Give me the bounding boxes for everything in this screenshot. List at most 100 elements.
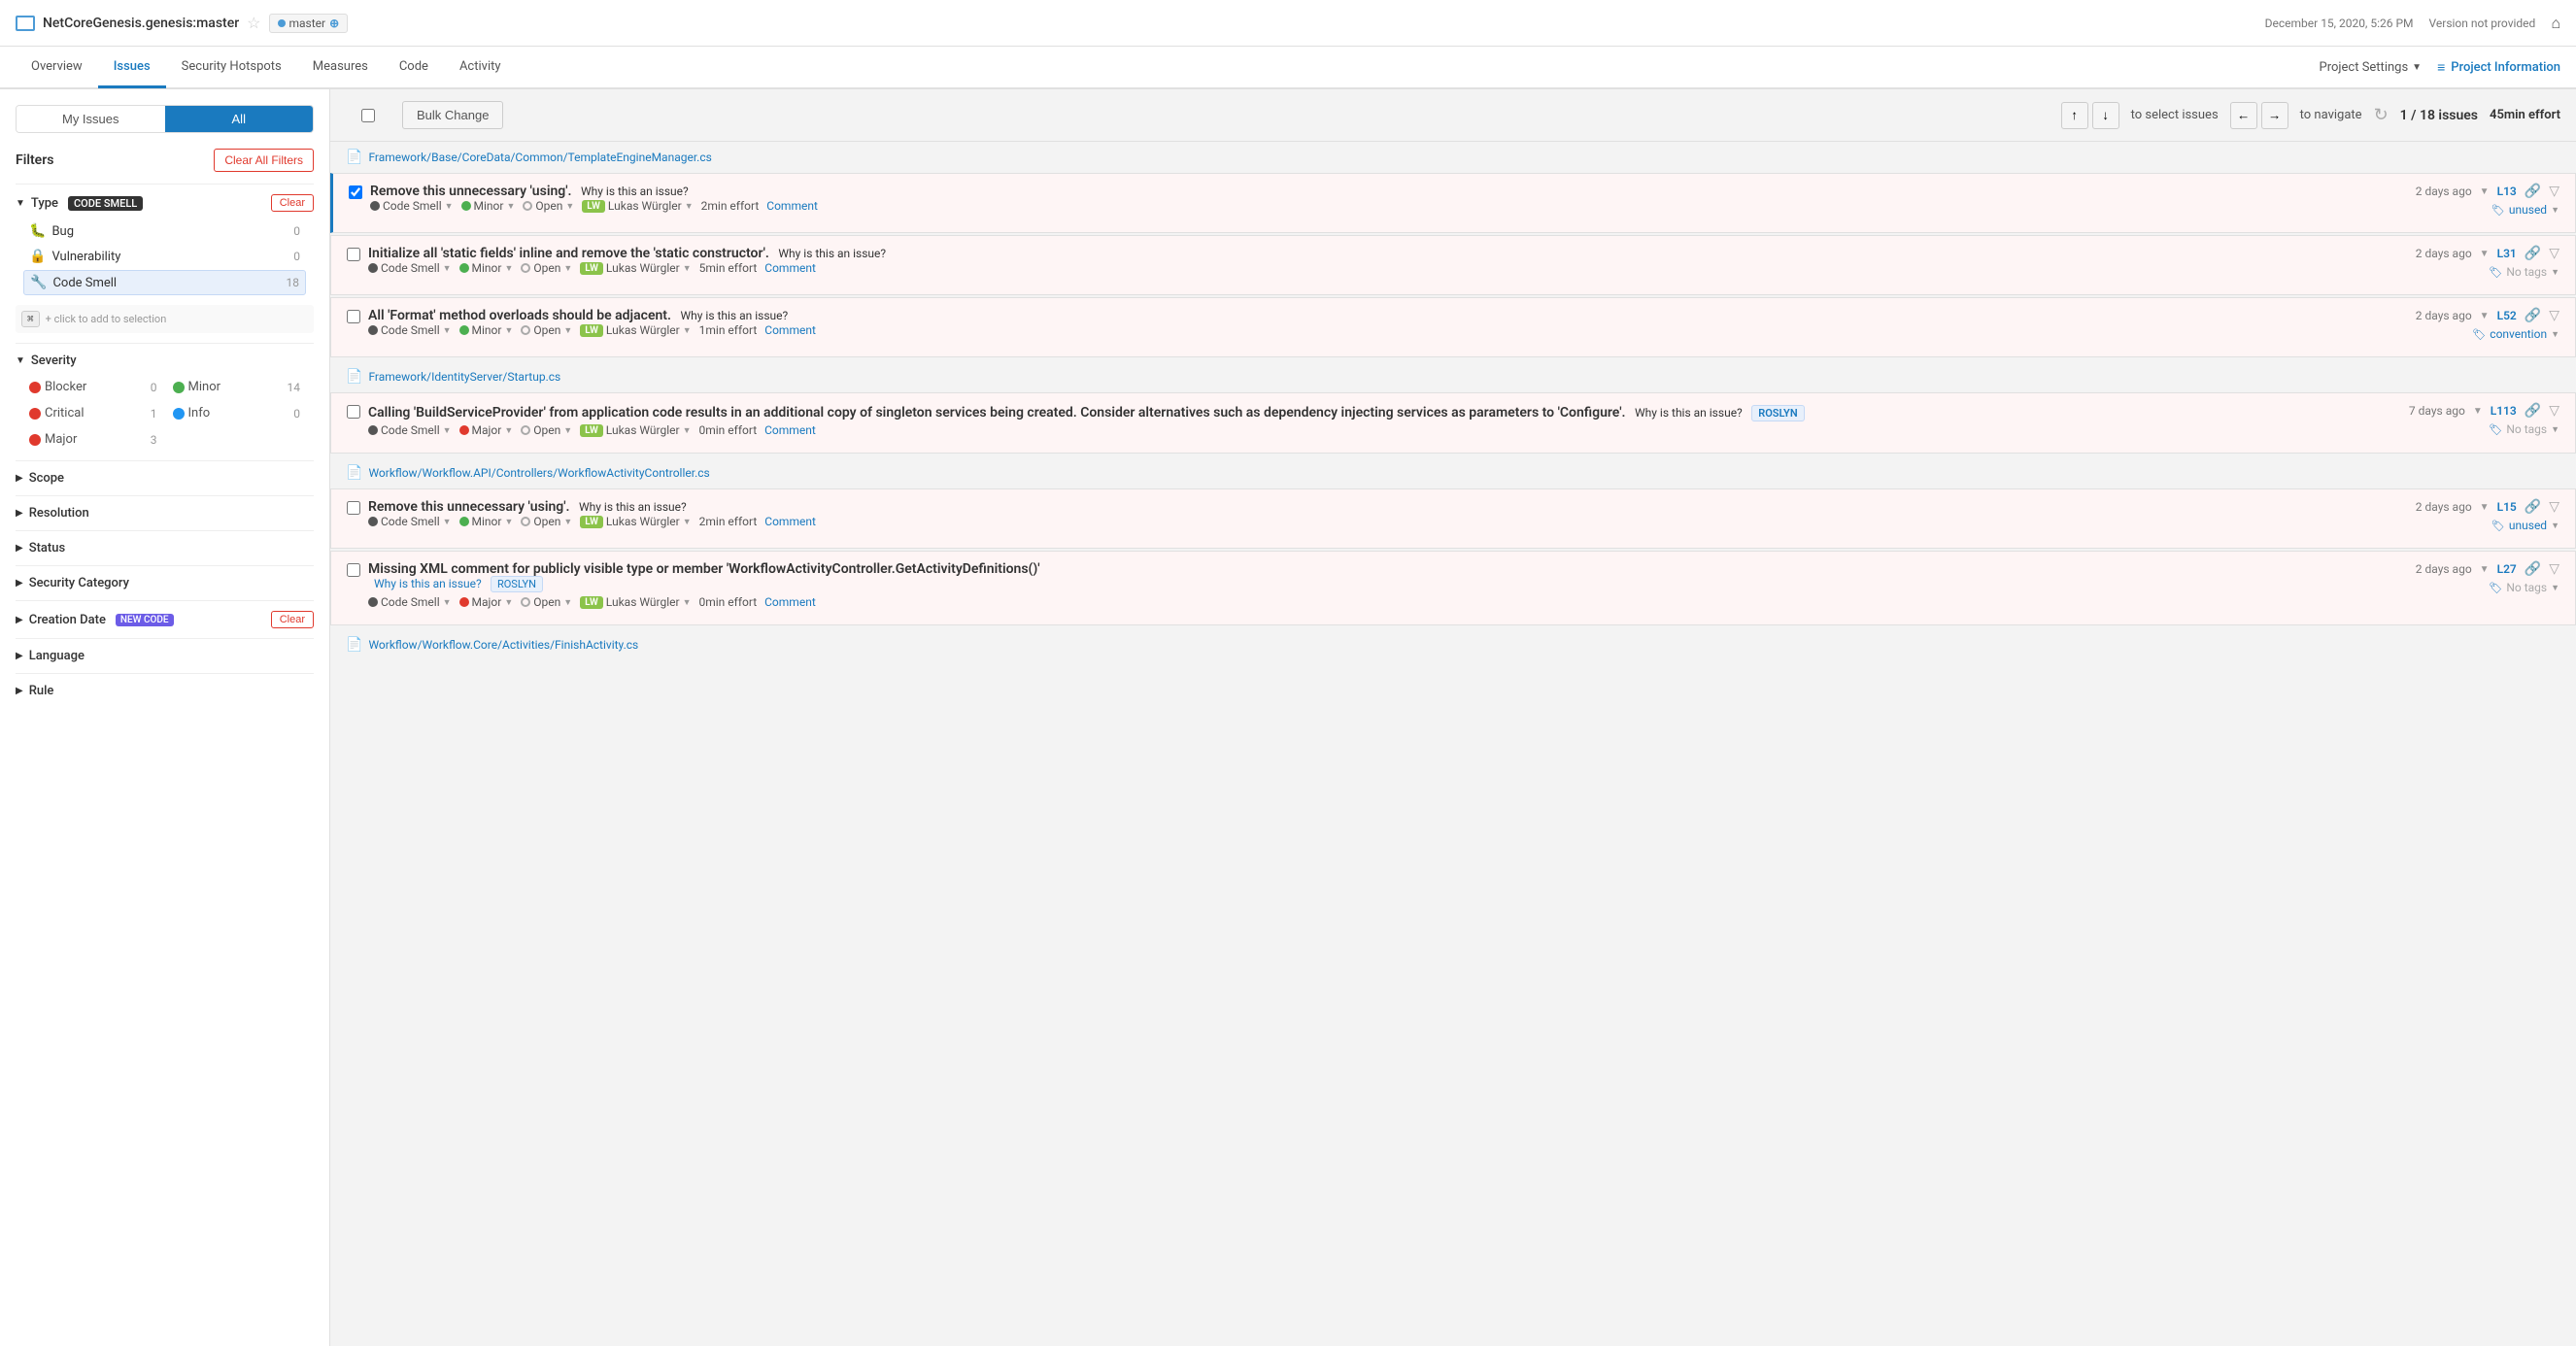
my-issues-button[interactable]: My Issues	[17, 106, 165, 132]
nav-code[interactable]: Code	[384, 48, 444, 88]
project-settings-button[interactable]: Project Settings ▼	[2320, 60, 2423, 75]
status-badge-6[interactable]: Open ▼	[521, 595, 572, 609]
status-badge-2[interactable]: Open ▼	[521, 261, 572, 275]
file-path-2[interactable]: Framework/IdentityServer/Startup.cs	[368, 370, 560, 384]
filter-item-smell[interactable]: 🔧 Code Smell 18	[23, 270, 306, 295]
security-category-filter[interactable]: ▶ Security Category	[16, 565, 314, 600]
clear-type-filter-button[interactable]: Clear	[271, 194, 314, 212]
clear-all-filters-button[interactable]: Clear All Filters	[214, 149, 314, 172]
severity-badge-2[interactable]: Minor ▼	[459, 261, 514, 275]
comment-link-5[interactable]: Comment	[764, 515, 816, 528]
file-path-1[interactable]: Framework/Base/CoreData/Common/TemplateE…	[368, 151, 711, 164]
arrow-down-button[interactable]: ↓	[2092, 102, 2119, 129]
nav-activity[interactable]: Activity	[444, 48, 517, 88]
type-badge-3[interactable]: Code Smell ▼	[368, 323, 452, 337]
type-badge-5[interactable]: Code Smell ▼	[368, 515, 452, 528]
issue-checkbox-6[interactable]	[347, 563, 360, 577]
refresh-icon[interactable]: ↻	[2374, 105, 2389, 125]
filter-icon-4[interactable]: ▽	[2549, 403, 2559, 419]
assignee-badge-1[interactable]: LW Lukas Würgler ▼	[582, 199, 693, 213]
file-path-3[interactable]: Workflow/Workflow.API/Controllers/Workfl…	[368, 466, 709, 480]
assignee-badge-5[interactable]: LW Lukas Würgler ▼	[580, 515, 691, 528]
severity-badge-1[interactable]: Minor ▼	[461, 199, 516, 213]
severity-badge-4[interactable]: Major ▼	[459, 423, 514, 437]
comment-link-1[interactable]: Comment	[766, 199, 818, 213]
filter-icon-6[interactable]: ▽	[2549, 561, 2559, 577]
no-tags-2[interactable]: No tags	[2506, 265, 2547, 279]
type-filter-header[interactable]: ▼ Type CODE SMELL Clear	[16, 194, 314, 212]
scope-filter[interactable]: ▶ Scope	[16, 460, 314, 495]
link-icon-1[interactable]: 🔗	[2525, 184, 2541, 199]
why-link-5[interactable]: Why is this an issue?	[579, 500, 687, 514]
severity-badge-3[interactable]: Minor ▼	[459, 323, 514, 337]
issue-checkbox-4[interactable]	[347, 405, 360, 419]
assignee-badge-4[interactable]: LW Lukas Würgler ▼	[580, 423, 691, 437]
link-icon-3[interactable]: 🔗	[2525, 308, 2541, 323]
bulk-change-button[interactable]: Bulk Change	[402, 101, 503, 129]
severity-badge-5[interactable]: Minor ▼	[459, 515, 514, 528]
nav-overview[interactable]: Overview	[16, 48, 98, 88]
select-all-checkbox[interactable]	[361, 109, 375, 122]
comment-link-3[interactable]: Comment	[764, 323, 816, 337]
all-issues-button[interactable]: All	[165, 106, 314, 132]
nav-issues[interactable]: Issues	[98, 48, 166, 88]
nav-security-hotspots[interactable]: Security Hotspots	[166, 48, 297, 88]
why-link-6[interactable]: Why is this an issue?	[374, 577, 482, 590]
comment-link-4[interactable]: Comment	[764, 423, 816, 437]
status-badge-1[interactable]: Open ▼	[523, 199, 574, 213]
severity-critical[interactable]: Critical 1	[23, 402, 163, 424]
star-icon[interactable]: ☆	[247, 14, 260, 32]
severity-filter-header[interactable]: ▼ Severity	[16, 353, 314, 368]
comment-link-6[interactable]: Comment	[764, 595, 816, 609]
status-badge-3[interactable]: Open ▼	[521, 323, 572, 337]
assignee-badge-6[interactable]: LW Lukas Würgler ▼	[580, 595, 691, 609]
creation-date-filter[interactable]: ▶ Creation Date NEW CODE Clear	[16, 600, 314, 638]
type-badge-2[interactable]: Code Smell ▼	[368, 261, 452, 275]
language-filter[interactable]: ▶ Language	[16, 638, 314, 673]
tag-badge-1[interactable]: unused	[2509, 203, 2547, 217]
status-badge-5[interactable]: Open ▼	[521, 515, 572, 528]
link-icon-6[interactable]: 🔗	[2525, 561, 2541, 577]
assignee-badge-3[interactable]: LW Lukas Würgler ▼	[580, 323, 691, 337]
why-link-2[interactable]: Why is this an issue?	[778, 247, 886, 260]
status-badge-4[interactable]: Open ▼	[521, 423, 572, 437]
severity-badge-6[interactable]: Major ▼	[459, 595, 514, 609]
filter-icon-2[interactable]: ▽	[2549, 246, 2559, 261]
why-link-3[interactable]: Why is this an issue?	[680, 309, 788, 322]
issue-checkbox-3[interactable]	[347, 310, 360, 323]
rule-filter[interactable]: ▶ Rule	[16, 673, 314, 708]
type-badge-1[interactable]: Code Smell ▼	[370, 199, 454, 213]
issue-checkbox-5[interactable]	[347, 501, 360, 515]
filter-item-vuln[interactable]: 🔒 Vulnerability 0	[23, 245, 306, 268]
filter-icon-5[interactable]: ▽	[2549, 499, 2559, 515]
navigate-left-button[interactable]: ←	[2230, 102, 2257, 129]
severity-blocker[interactable]: Blocker 0	[23, 376, 163, 398]
filter-icon-1[interactable]: ▽	[2549, 184, 2559, 199]
severity-minor[interactable]: Minor 14	[167, 376, 307, 398]
clear-creation-date-button[interactable]: Clear	[271, 611, 314, 628]
link-icon-4[interactable]: 🔗	[2525, 403, 2541, 419]
nav-measures[interactable]: Measures	[297, 48, 384, 88]
tag-badge-5[interactable]: unused	[2509, 519, 2547, 532]
filter-icon-3[interactable]: ▽	[2549, 308, 2559, 323]
filter-item-bug[interactable]: 🐛 Bug 0	[23, 219, 306, 243]
resolution-filter[interactable]: ▶ Resolution	[16, 495, 314, 530]
link-icon-2[interactable]: 🔗	[2525, 246, 2541, 261]
why-link-1[interactable]: Why is this an issue?	[581, 185, 689, 198]
link-icon-5[interactable]: 🔗	[2525, 499, 2541, 515]
no-tags-4[interactable]: No tags	[2506, 422, 2547, 436]
arrow-up-button[interactable]: ↑	[2061, 102, 2088, 129]
no-tags-6[interactable]: No tags	[2506, 581, 2547, 594]
assignee-badge-2[interactable]: LW Lukas Würgler ▼	[580, 261, 691, 275]
type-badge-4[interactable]: Code Smell ▼	[368, 423, 452, 437]
navigate-right-button[interactable]: →	[2261, 102, 2288, 129]
status-filter[interactable]: ▶ Status	[16, 530, 314, 565]
severity-info[interactable]: Info 0	[167, 402, 307, 424]
issue-checkbox-2[interactable]	[347, 248, 360, 261]
branch-badge[interactable]: master ⊕	[269, 14, 349, 33]
comment-link-2[interactable]: Comment	[764, 261, 816, 275]
severity-major[interactable]: Major 3	[23, 428, 163, 451]
tag-badge-3[interactable]: convention	[2490, 327, 2547, 341]
project-info-button[interactable]: ≡ Project Information	[2437, 59, 2560, 76]
why-link-4[interactable]: Why is this an issue?	[1635, 406, 1743, 420]
